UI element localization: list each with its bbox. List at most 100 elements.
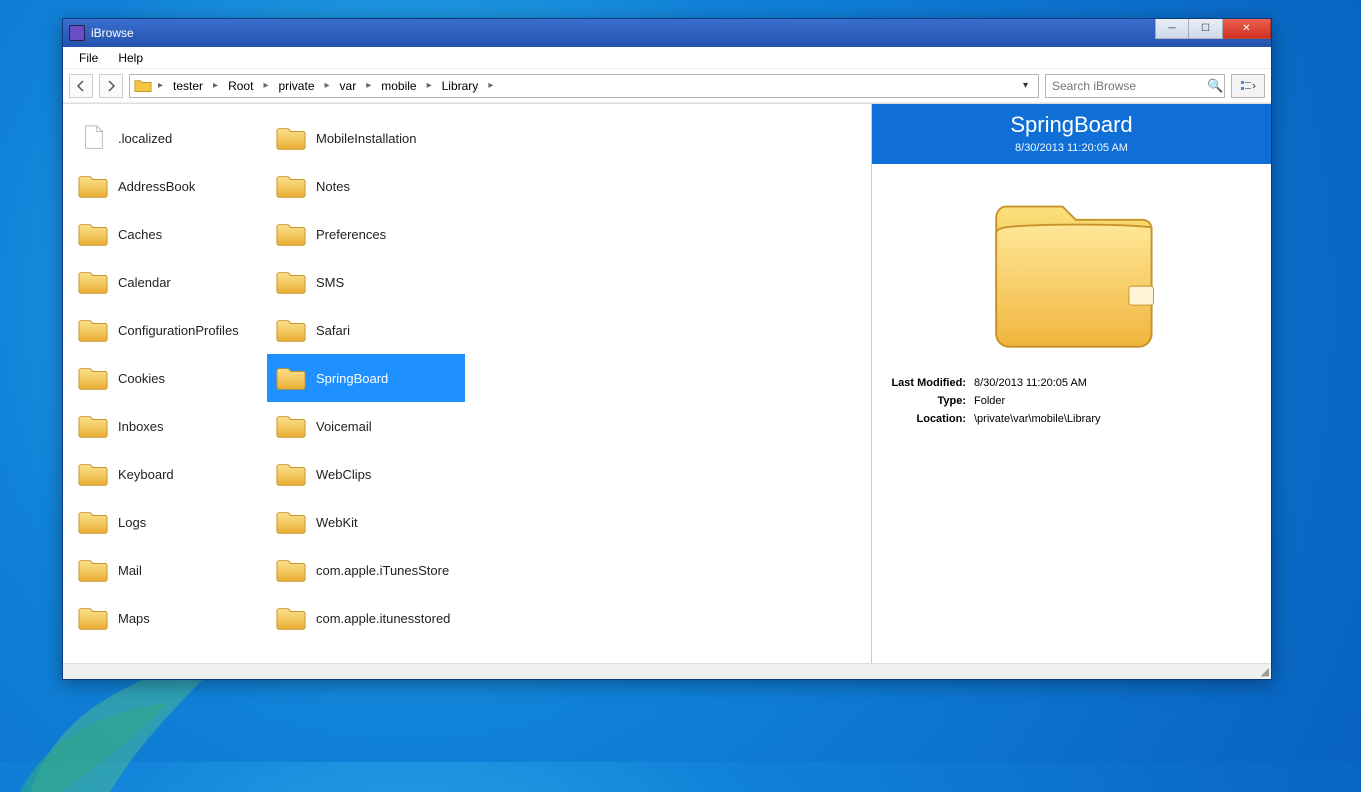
list-item-label: Cookies <box>118 371 165 386</box>
folder-icon <box>276 124 306 152</box>
folder-icon <box>276 604 306 632</box>
close-button[interactable]: ✕ <box>1223 19 1271 39</box>
menu-help[interactable]: Help <box>108 49 153 67</box>
breadcrumb-item[interactable]: var <box>336 79 361 93</box>
file-icon <box>78 124 108 152</box>
list-item-label: com.apple.itunesstored <box>316 611 450 626</box>
list-item[interactable]: Maps <box>69 594 267 642</box>
folder-icon <box>78 316 108 344</box>
list-item-label: ConfigurationProfiles <box>118 323 239 338</box>
chevron-right-icon <box>105 80 117 92</box>
list-item[interactable]: Mail <box>69 546 267 594</box>
list-item[interactable]: .localized <box>69 114 267 162</box>
folder-icon <box>78 604 108 632</box>
folder-icon <box>78 220 108 248</box>
list-item[interactable]: Voicemail <box>267 402 465 450</box>
search-input[interactable] <box>1052 79 1207 93</box>
folder-icon <box>276 556 306 584</box>
breadcrumb-sep: ▸ <box>156 80 165 91</box>
list-item[interactable]: Caches <box>69 210 267 258</box>
breadcrumb-item[interactable]: mobile <box>377 79 420 93</box>
menubar: File Help <box>63 47 1271 69</box>
folder-icon <box>276 172 306 200</box>
breadcrumb-sep: ▸ <box>211 80 220 91</box>
list-item[interactable]: AddressBook <box>69 162 267 210</box>
list-item[interactable]: com.apple.iTunesStore <box>267 546 465 594</box>
details-subtitle: 8/30/2013 11:20:05 AM <box>878 142 1265 154</box>
folder-icon <box>276 412 306 440</box>
folder-icon <box>276 316 306 344</box>
detail-value: Folder <box>974 392 1005 410</box>
titlebar[interactable]: iBrowse ─ ☐ ✕ <box>63 19 1271 47</box>
content-area: .localized AddressBook Caches Calendar Confi… <box>63 103 1271 663</box>
view-options-button[interactable] <box>1231 74 1265 98</box>
list-item[interactable]: Preferences <box>267 210 465 258</box>
details-header: SpringBoard 8/30/2013 11:20:05 AM <box>872 104 1271 164</box>
list-item[interactable]: Notes <box>267 162 465 210</box>
breadcrumb-item[interactable]: Library <box>438 79 483 93</box>
list-item-label: MobileInstallation <box>316 131 416 146</box>
breadcrumb-item[interactable]: private <box>274 79 318 93</box>
folder-icon <box>276 364 306 392</box>
list-item[interactable]: MobileInstallation <box>267 114 465 162</box>
detail-row-location: Location: \private\var\mobile\Library <box>886 410 1257 428</box>
detail-value: \private\var\mobile\Library <box>974 410 1101 428</box>
resize-grip[interactable]: ◢ <box>1261 665 1269 678</box>
folder-icon <box>78 364 108 392</box>
list-item[interactable]: Calendar <box>69 258 267 306</box>
app-window: iBrowse ─ ☐ ✕ File Help ▸ tester ▸ Root … <box>62 18 1272 680</box>
folder-icon <box>78 556 108 584</box>
details-properties: Last Modified: 8/30/2013 11:20:05 AM Typ… <box>872 368 1271 434</box>
list-item[interactable]: Safari <box>267 306 465 354</box>
list-item-label: Maps <box>118 611 150 626</box>
search-box[interactable]: 🔍 <box>1045 74 1225 98</box>
list-item[interactable]: ConfigurationProfiles <box>69 306 267 354</box>
breadcrumb-dropdown[interactable]: ▾ <box>1017 80 1034 91</box>
chevron-left-icon <box>75 80 87 92</box>
folder-icon <box>276 220 306 248</box>
breadcrumb-sep: ▸ <box>323 80 332 91</box>
folder-icon <box>78 412 108 440</box>
list-item[interactable]: Logs <box>69 498 267 546</box>
folder-icon <box>134 78 152 94</box>
list-item-label: Safari <box>316 323 350 338</box>
breadcrumb-sep: ▸ <box>261 80 270 91</box>
back-button[interactable] <box>69 74 93 98</box>
list-item[interactable]: Inboxes <box>69 402 267 450</box>
detail-label: Location: <box>886 410 966 428</box>
list-item-label: WebClips <box>316 467 371 482</box>
breadcrumb-item[interactable]: tester <box>169 79 207 93</box>
menu-file[interactable]: File <box>69 49 108 67</box>
list-item-label: AddressBook <box>118 179 195 194</box>
details-title: SpringBoard <box>878 112 1265 138</box>
list-item-label: SpringBoard <box>316 371 388 386</box>
folder-large-icon <box>977 180 1167 360</box>
minimize-button[interactable]: ─ <box>1155 19 1189 39</box>
list-item[interactable]: WebKit <box>267 498 465 546</box>
folder-icon <box>78 172 108 200</box>
list-item-label: Voicemail <box>316 419 372 434</box>
window-controls: ─ ☐ ✕ <box>1155 19 1271 47</box>
folder-icon <box>78 508 108 536</box>
folder-icon <box>276 460 306 488</box>
app-icon <box>69 25 85 41</box>
list-item-label: SMS <box>316 275 344 290</box>
list-item[interactable]: Cookies <box>69 354 267 402</box>
breadcrumb-sep: ▸ <box>364 80 373 91</box>
list-item[interactable]: SpringBoard <box>267 354 465 402</box>
list-item[interactable]: SMS <box>267 258 465 306</box>
file-list[interactable]: .localized AddressBook Caches Calendar Confi… <box>63 104 871 663</box>
list-item[interactable]: WebClips <box>267 450 465 498</box>
folder-icon <box>78 460 108 488</box>
list-item-label: Mail <box>118 563 142 578</box>
maximize-button[interactable]: ☐ <box>1189 19 1223 39</box>
breadcrumb[interactable]: ▸ tester ▸ Root ▸ private ▸ var ▸ mobile… <box>129 74 1039 98</box>
detail-row-type: Type: Folder <box>886 392 1257 410</box>
forward-button[interactable] <box>99 74 123 98</box>
list-item-label: Caches <box>118 227 162 242</box>
detail-value: 8/30/2013 11:20:05 AM <box>974 374 1087 392</box>
list-item-label: com.apple.iTunesStore <box>316 563 449 578</box>
list-item[interactable]: com.apple.itunesstored <box>267 594 465 642</box>
list-item[interactable]: Keyboard <box>69 450 267 498</box>
breadcrumb-item[interactable]: Root <box>224 79 257 93</box>
